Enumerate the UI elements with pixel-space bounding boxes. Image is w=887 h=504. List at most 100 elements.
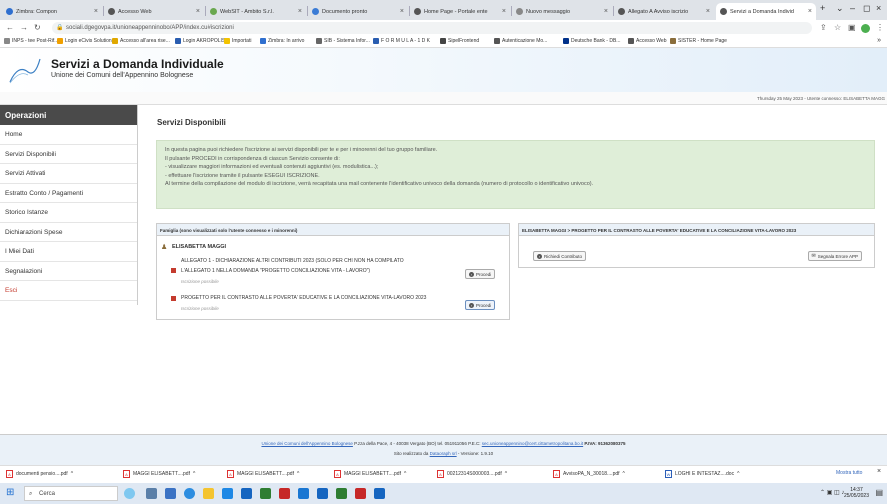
browser-tab-1[interactable]: Zimbra: Compon ×	[2, 3, 102, 20]
bookmark-item[interactable]: Deutsche Bank - DB...	[563, 38, 620, 44]
forward-icon[interactable]: →	[20, 23, 28, 32]
window-close-icon[interactable]: ×	[876, 3, 881, 13]
close-icon[interactable]: ×	[706, 8, 710, 15]
bookmark-item[interactable]: SISTER - Home Page	[670, 38, 727, 44]
chevron-up-icon[interactable]: ^	[505, 471, 507, 477]
close-icon[interactable]: ×	[94, 8, 98, 15]
sidebar-item-servizi-disponibili[interactable]: Servizi Disponibili	[0, 145, 137, 164]
sidebar-item-miei-dati[interactable]: I Miei Dati	[0, 242, 137, 262]
bookmark-item[interactable]: Importati	[224, 38, 251, 44]
sidebar-item-esci[interactable]: Esci	[0, 281, 137, 301]
bookmark-item[interactable]: SIB - Sistema Infor...	[316, 38, 370, 44]
chevron-up-icon[interactable]: ^	[737, 471, 739, 477]
taskbar-app-icon[interactable]	[355, 488, 366, 499]
chevron-down-icon[interactable]: ⌄	[836, 3, 844, 14]
taskbar-clock[interactable]: 14:37 25/05/2023	[844, 487, 869, 499]
star-icon[interactable]: ☆	[834, 23, 841, 32]
minimize-icon[interactable]: –	[850, 3, 855, 13]
bookmark-icon	[57, 38, 63, 44]
menu-icon[interactable]: ⋮	[876, 23, 884, 32]
windows-start-icon[interactable]: ⊞	[6, 487, 14, 498]
close-icon[interactable]: ×	[604, 8, 608, 15]
back-icon[interactable]: ←	[6, 23, 14, 32]
bookmark-item[interactable]: SipelFrontend	[440, 38, 479, 44]
download-item[interactable]: A MAGGI ELISABETT....pdf ^	[334, 470, 406, 478]
weather-icon[interactable]	[124, 488, 135, 499]
close-icon[interactable]: ×	[196, 8, 200, 15]
sidebar-item-segnalazioni[interactable]: Segnalazioni	[0, 262, 137, 281]
bookmark-item[interactable]: F O R M U L A - 1 D K	[373, 38, 430, 44]
credit-link[interactable]: Dataoraph srl	[430, 451, 457, 456]
taskbar-app-icon[interactable]	[222, 488, 233, 499]
notifications-icon[interactable]: ▤	[875, 488, 883, 497]
close-icon[interactable]: ×	[877, 468, 881, 475]
download-item[interactable]: A 00212314S000003....pdf ^	[437, 470, 507, 478]
chevron-up-icon[interactable]: ^	[297, 471, 299, 477]
richiedi-contributo-button[interactable]: › Richiedi Contributo	[533, 251, 587, 261]
chevron-up-icon[interactable]: ^	[404, 471, 406, 477]
bookmark-item[interactable]: Accesso all'area rise...	[112, 38, 170, 44]
close-icon[interactable]: ×	[808, 8, 812, 15]
close-icon[interactable]: ×	[400, 8, 404, 15]
profile-avatar[interactable]	[861, 24, 870, 33]
taskbar-app-icon[interactable]	[298, 488, 309, 499]
task-view-icon[interactable]	[146, 488, 157, 499]
chevron-up-icon[interactable]: ^	[623, 471, 625, 477]
browser-tab-2[interactable]: Accesso Web ×	[104, 3, 204, 20]
footer-org-link[interactable]: Unione dei Comuni dell'Appennino Bologne…	[261, 441, 352, 446]
taskbar-app-icon[interactable]	[260, 488, 271, 499]
bookmark-item[interactable]: Login AKROPOLIS	[175, 38, 225, 44]
close-icon[interactable]: ×	[298, 8, 302, 15]
browser-tab-5[interactable]: Home Page - Portale ente ×	[410, 3, 510, 20]
sidebar-item-servizi-attivati[interactable]: Servizi Attivati	[0, 164, 137, 184]
maximize-icon[interactable]: ◻	[863, 3, 870, 14]
chevron-up-icon[interactable]: ^	[193, 471, 195, 477]
close-icon[interactable]: ×	[502, 8, 506, 15]
url-input[interactable]: 🔒 sociali.dgegovpa.it/unioneappenninobo/…	[52, 22, 812, 34]
more-bookmarks-icon[interactable]: »	[877, 37, 881, 44]
system-tray-icons[interactable]: ⌃ ▣ ◫ ♪	[820, 489, 844, 496]
bookmark-item[interactable]: Zimbra: In arrivo	[260, 38, 304, 44]
edge-icon[interactable]	[184, 488, 195, 499]
browser-tab-4[interactable]: Documento pronto ×	[308, 3, 408, 20]
sidebar-item-dichiarazioni-spese[interactable]: Dichiarazioni Spese	[0, 223, 137, 242]
teams-icon[interactable]	[165, 488, 176, 499]
browser-tab-7[interactable]: Allegato A Avviso iscrizio ×	[614, 3, 714, 20]
bookmark-item[interactable]: INPS - tee Post-Rif...	[4, 38, 58, 44]
sidebar-item-home[interactable]: Home	[0, 125, 137, 145]
taskbar-app-icon[interactable]	[374, 488, 385, 499]
browser-tab-3[interactable]: WebSIT - Ambito S.r.l. ×	[206, 3, 306, 20]
sidebar-item-storico-istanze[interactable]: Storico Istanze	[0, 203, 137, 223]
procedi-button[interactable]: › Procedi	[465, 269, 496, 279]
word-icon: W	[665, 470, 672, 478]
show-all-button[interactable]: Mostra tutto	[836, 470, 862, 476]
file-explorer-icon[interactable]	[203, 488, 214, 499]
taskbar-app-icon[interactable]	[279, 488, 290, 499]
new-tab-icon[interactable]: +	[820, 3, 825, 13]
bookmark-item[interactable]: Login eCivis Solution	[57, 38, 112, 44]
browser-tab-active[interactable]: Servizi a Domanda Individ ×	[716, 3, 816, 20]
download-item[interactable]: Adocumenti pensio....pdf ^	[6, 470, 73, 478]
taskbar-search-input[interactable]: ⌕ Cerca	[24, 486, 118, 501]
browser-tab-6[interactable]: Nuovo messaggio ×	[512, 3, 612, 20]
download-item[interactable]: A MAGGI ELISABETT....pdf ^	[123, 470, 195, 478]
taskbar-app-icon[interactable]	[336, 488, 347, 499]
segnala-errore-button[interactable]: ✉ Segnala Errore APP	[807, 251, 862, 261]
sidebar-item-estratto-conto[interactable]: Estratto Conto / Pagamenti	[0, 184, 137, 203]
bookmark-item[interactable]: Accesso Web	[628, 38, 666, 44]
bookmark-icon	[4, 38, 10, 44]
procedi-button[interactable]: › Procedi	[465, 300, 496, 310]
footer-pec-link[interactable]: sec.unioneappennino@cert.cittametropolit…	[482, 441, 583, 446]
download-item[interactable]: W LOGHI E INTESTAZ....doc ^	[665, 470, 739, 478]
sidebar-icon[interactable]: ▣	[848, 23, 856, 32]
reload-icon[interactable]: ↻	[34, 23, 41, 32]
download-item[interactable]: A AvvisoPA_N_30018....pdf ^	[553, 470, 625, 478]
share-icon[interactable]: ⇪	[820, 23, 827, 32]
taskbar-app-icon[interactable]	[317, 488, 328, 499]
taskbar-app-icon[interactable]	[241, 488, 252, 499]
folder-icon	[224, 38, 230, 44]
chevron-up-icon[interactable]: ^	[71, 471, 73, 477]
download-item[interactable]: A MAGGI ELISABETT....pdf ^	[227, 470, 299, 478]
browser-tab-bar: Zimbra: Compon × Accesso Web × WebSIT - Am…	[0, 0, 887, 20]
bookmark-item[interactable]: Autenticazione Mo...	[494, 38, 547, 44]
